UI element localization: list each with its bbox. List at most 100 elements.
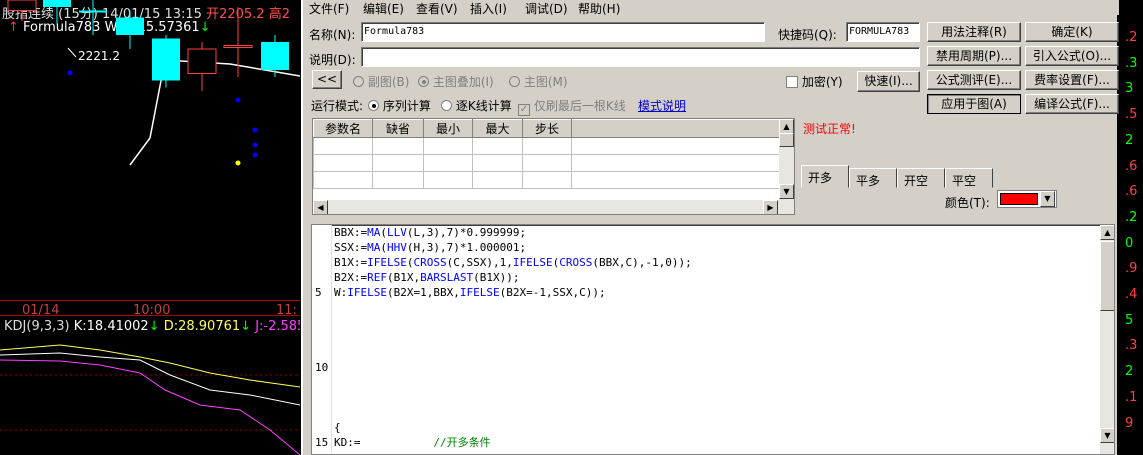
price-tick: 9 [1125,415,1134,431]
code-editor[interactable]: 5 10 15 BBX:=MA(LLV(L,3),7)*0.999999; SSX:=… [311,224,1115,455]
param-col-step[interactable]: 步长 [522,119,572,138]
scroll-thumb[interactable] [1100,241,1114,311]
code-line[interactable] [334,375,692,390]
menu-edit[interactable]: 编辑(E) [363,0,404,17]
price-tick: .5 [1125,107,1138,123]
import-formula-button[interactable]: 引入公式(O)... [1025,46,1119,66]
code-line[interactable]: BBX:=MA(LLV(L,3),7)*0.999999; [334,225,692,240]
candle-body [261,42,289,70]
candle-body [187,48,217,74]
line-number: 10 [315,361,329,374]
param-header-row: 参数名 缺省 最小 最大 步长 [313,119,781,138]
price-tick: .6 [1125,158,1138,174]
code-line[interactable] [334,390,692,405]
menu-bar: 文件(F) 编辑(E) 查看(V) 插入(I) 调试(D) 帮助(H) [303,0,1119,17]
code-line[interactable] [334,345,692,360]
quick-button[interactable]: 快速(I)... [857,71,920,92]
code-line[interactable] [334,405,692,420]
candle-body [152,38,180,81]
param-col-name[interactable]: 参数名 [313,119,373,138]
code-text[interactable]: BBX:=MA(LLV(L,3),7)*0.999999; SSX:=MA(HHV… [334,225,692,450]
usage-note-button[interactable]: 用法注释(R) [927,22,1021,42]
time-tick: 10:00 [133,303,171,318]
scroll-up-icon[interactable]: ▲ [779,119,794,134]
disabled-period-button[interactable]: 禁用周期(P)... [927,46,1021,66]
scroll-up-icon[interactable]: ▲ [1100,225,1114,240]
time-tick: 01/14 [22,303,60,318]
scroll-down-icon[interactable]: ▼ [1100,428,1114,443]
price-tick: .3 [1125,55,1138,71]
color-swatch [1000,193,1038,205]
price-tick: 2 [1125,132,1134,148]
radio-sequence-calc[interactable]: 序列计算 [368,97,431,114]
scroll-right-icon[interactable]: ▶ [763,200,778,214]
tab-close-long[interactable]: 平多 [849,168,897,188]
d-line [0,344,300,388]
only-last-bar-checkbox[interactable]: ✓ 仅刷最后一根K线 [518,97,626,116]
tab-open-short[interactable]: 开空 [897,168,945,188]
formula-test-button[interactable]: 公式测评(E)... [927,70,1021,90]
code-line[interactable] [334,330,692,345]
code-line[interactable]: KD:= //开多条件 [334,435,692,450]
code-line[interactable]: W:IFELSE(B2X=1,BBX,IFELSE(B2X=-1,SSX,C))… [334,285,692,300]
editor-vscrollbar[interactable]: ▲ ▼ [1100,225,1114,454]
param-hscrollbar[interactable]: ◀ ▶ [313,200,794,214]
menu-debug[interactable]: 调试(D) [525,0,568,17]
price-chart[interactable]: 股指连续 (15分) 14/01/15 13:15 开2205.2 高2 ↑ F… [0,0,300,455]
code-line[interactable] [334,300,692,315]
time-axis: 01/14 10:00 11: [0,300,300,318]
param-col-default[interactable]: 缺省 [372,119,424,138]
radio-bar-calc[interactable]: 逐K线计算 [441,97,512,114]
price-tick: 3 [1125,81,1134,97]
j-line [0,359,300,455]
code-line[interactable]: B2X:=REF(B1X,BARSLAST(B1X)); [334,270,692,285]
collapse-button[interactable]: << [312,70,342,89]
candle-body [43,0,71,7]
compile-formula-button[interactable]: 编译公式(F)... [1025,94,1119,114]
desc-field[interactable] [361,47,920,67]
ok-button[interactable]: 确定(K) [1025,22,1119,42]
scroll-left-icon[interactable]: ◀ [313,200,328,214]
param-vscrollbar[interactable]: ▲ ▼ [779,119,794,200]
menu-help[interactable]: 帮助(H) [578,0,620,17]
mode-help-link[interactable]: 模式说明 [638,97,686,114]
radio-main-chart[interactable]: 主图(M) [509,73,568,90]
tab-close-short[interactable]: 平空 [945,168,993,188]
param-table[interactable]: 参数名 缺省 最小 最大 步长 ▲ ▼ ◀ ▶ [312,118,795,215]
code-line[interactable]: SSX:=MA(HHV(H,3),7)*1.000001; [334,240,692,255]
menu-file[interactable]: 文件(F) [309,0,349,17]
price-tick: .6 [1125,184,1138,200]
right-value-strip: .2 .3 3 .5 2 .6 .6 .2 0 .9 .4 5 .3 2 .1 9 [1117,0,1143,455]
color-label: 颜色(T): [945,196,990,210]
candle-body [7,0,37,11]
chevron-down-icon[interactable]: ▼ [1040,191,1055,207]
code-line[interactable] [334,315,692,330]
encrypt-checkbox[interactable]: 加密(Y) [786,73,843,90]
code-line[interactable]: { [334,420,692,435]
radio-main-overlay[interactable]: 主图叠加(I) [418,73,494,90]
price-tick: 2 [1125,364,1134,380]
hotkey-field[interactable]: FORMULA783 [846,22,920,42]
apply-to-chart-button[interactable]: 应用于图(A) [927,94,1021,114]
fee-settings-button[interactable]: 费率设置(F)... [1025,70,1119,90]
color-select[interactable]: ▼ [997,190,1057,208]
code-line[interactable] [334,360,692,375]
price-tick: 0 [1125,235,1134,251]
kdj-plot [0,344,300,455]
price-tick: .9 [1125,261,1138,277]
radio-sub-chart[interactable]: 副图(B) [353,73,409,90]
line-number: 15 [315,436,329,449]
param-col-max[interactable]: 最大 [472,119,523,138]
param-col-min[interactable]: 最小 [423,119,473,138]
price-tick: .3 [1125,338,1138,354]
code-line[interactable]: B1X:=IFELSE(CROSS(C,SSX),1,IFELSE(CROSS(… [334,255,692,270]
line-number-gutter: 5 10 15 [312,225,332,454]
scroll-down-icon[interactable]: ▼ [779,184,794,199]
candle-body [79,10,107,13]
menu-insert[interactable]: 插入(I) [470,0,507,17]
menu-view[interactable]: 查看(V) [416,0,458,17]
name-field[interactable]: Formula783 [361,22,765,42]
tab-open-long[interactable]: 开多 [801,165,849,188]
price-tick: .2 [1125,209,1138,225]
candlestick-plot: 2221.2 [7,0,300,166]
